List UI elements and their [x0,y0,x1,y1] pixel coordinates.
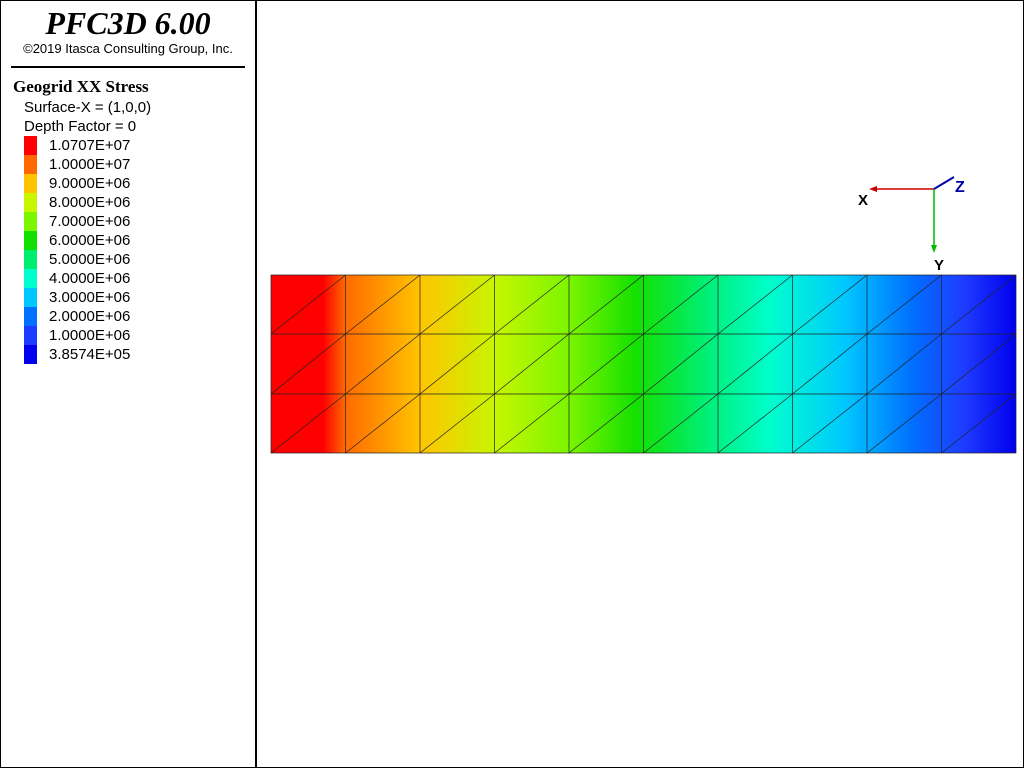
legend-item: 7.0000E+06 [24,212,130,231]
axes-triad: X Y Z [858,176,965,274]
legend-divider [11,66,245,68]
legend-swatch [24,307,37,326]
y-axis-label: Y [934,257,944,274]
x-axis-arrowhead [869,186,877,192]
legend-value: 1.0000E+07 [49,156,131,173]
copyright-text: ©2019 Itasca Consulting Group, Inc. [23,41,233,56]
legend-swatch [24,136,37,155]
surface-label: Surface-X = (1,0,0) [24,99,152,116]
legend-value: 1.0707E+07 [49,137,131,154]
legend-value: 1.0000E+06 [49,327,131,344]
legend-item: 1.0000E+07 [24,155,130,174]
legend-value: 8.0000E+06 [49,194,131,211]
z-axis-label: Z [955,179,965,196]
legend-item: 4.0000E+06 [24,269,130,288]
legend-item: 9.0000E+06 [24,174,130,193]
legend-title: Geogrid XX Stress [13,77,149,96]
legend-value: 2.0000E+06 [49,308,131,325]
legend-swatch [24,250,37,269]
legend-item: 1.0707E+07 [24,136,130,155]
legend-value: 3.8574E+05 [49,346,131,363]
legend-swatch [24,231,37,250]
geogrid-contour [270,274,1017,454]
legend-item: 2.0000E+06 [24,307,130,326]
z-axis-arrow [933,176,955,190]
legend-swatch [24,155,37,174]
model-viewport[interactable]: X Y Z [257,1,1023,767]
legend-value: 6.0000E+06 [49,232,131,249]
depth-factor-label: Depth Factor = 0 [24,118,137,135]
legend-swatch [24,269,37,288]
legend-item: 1.0000E+06 [24,326,130,345]
legend-item: 8.0000E+06 [24,193,130,212]
legend-item: 3.0000E+06 [24,288,130,307]
legend-swatch [24,193,37,212]
app-title: PFC3D 6.00 [45,5,211,41]
legend-value: 3.0000E+06 [49,289,131,306]
legend-color-scale: 1.0707E+07 1.0000E+07 9.0000E+06 8.0000E… [24,136,130,364]
legend-panel: PFC3D 6.00 ©2019 Itasca Consulting Group… [1,1,257,767]
legend-swatch [24,326,37,345]
legend-value: 4.0000E+06 [49,270,131,287]
legend-item: 3.8574E+05 [24,345,130,364]
legend-item: 5.0000E+06 [24,250,130,269]
viewport-canvas[interactable]: X Y Z [257,1,1023,767]
legend-swatch [24,345,37,364]
legend-value: 9.0000E+06 [49,175,131,192]
legend-value: 5.0000E+06 [49,251,131,268]
legend-value: 7.0000E+06 [49,213,131,230]
y-axis-arrowhead [931,245,937,253]
legend-swatch [24,212,37,231]
x-axis-label: X [858,192,868,209]
legend-swatch [24,288,37,307]
legend-swatch [24,174,37,193]
legend-item: 6.0000E+06 [24,231,130,250]
